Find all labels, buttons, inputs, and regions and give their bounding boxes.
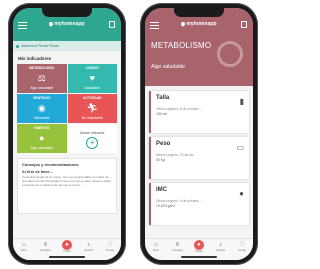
card-last-record: Último registro: 23 de dic... xyxy=(156,153,197,157)
home-indicator xyxy=(49,256,85,258)
home-icon: ⌂ xyxy=(21,242,26,248)
nav-label: Inicio xyxy=(20,249,27,252)
tile-value: Saludable xyxy=(84,86,101,90)
person-icon: ● xyxy=(239,189,244,198)
tile-title: ACTIVIDAD xyxy=(83,96,102,100)
profile-icon[interactable] xyxy=(241,21,247,28)
running-icon: 🏃︎ xyxy=(86,102,98,113)
nav-mi-app[interactable]: ♡ Mi app xyxy=(234,242,251,252)
nav-consejos[interactable]: ≡ Consejos xyxy=(37,242,54,252)
tips-section: Consejos y recomendaciones Al tirar de f… xyxy=(17,158,117,214)
card-title: Peso xyxy=(156,141,171,147)
heart-icon: ♡ xyxy=(239,242,245,248)
card-title: Talla xyxy=(156,95,170,101)
plus-icon: + xyxy=(86,136,99,149)
measurement-list: Talla Último registro: 6 de octubre ... … xyxy=(145,86,253,225)
scale-icon: ▭ xyxy=(236,143,244,152)
card-imc[interactable]: IMC Último registro: 6 de octubre ... 19… xyxy=(149,183,249,225)
apple-icon: ● xyxy=(39,132,45,143)
nav-label: Historia xyxy=(84,249,93,252)
tile-metabolismo[interactable]: METABOLISMO ⚖ Algo saludable xyxy=(17,64,67,93)
app-logo: myhomeapp xyxy=(145,20,253,27)
nav-label: Historia xyxy=(216,249,225,252)
add-indicator-button[interactable]: Añadir Indicador + xyxy=(67,124,117,153)
user-name: Valdemort Pixote Pixote xyxy=(21,44,60,48)
nav-consejos[interactable]: ≡ Consejos xyxy=(169,242,186,252)
indicators-title: Mis indicadores xyxy=(18,56,52,61)
profile-icon[interactable] xyxy=(109,21,115,28)
heart-icon: ♡ xyxy=(107,242,113,248)
card-value: 50 Kg xyxy=(156,158,165,162)
center-action-icon: ● xyxy=(193,240,204,250)
brand-name: myhomeapp xyxy=(186,21,217,27)
card-value: 19,53 Kg/m2 xyxy=(156,204,176,208)
tile-value: Algo saludable xyxy=(30,86,54,90)
nav-historia[interactable]: ♪ Historia xyxy=(80,242,97,252)
nav-label: Consejos xyxy=(171,249,183,252)
card-peso[interactable]: Peso Último registro: 23 de dic... 50 Kg… xyxy=(149,137,249,179)
card-title: IMC xyxy=(156,187,167,193)
tile-value: No Saludable xyxy=(81,116,103,120)
nav-center[interactable]: ● Postar xyxy=(58,240,75,253)
user-bar[interactable]: Valdemort Pixote Pixote xyxy=(13,41,121,51)
tile-cardio[interactable]: CARDIO ♥ Saludable xyxy=(67,64,117,93)
nav-mi-app[interactable]: ♡ Mi app xyxy=(102,242,119,252)
scale-icon: ⚖ xyxy=(37,72,46,83)
user-avatar-icon xyxy=(16,44,19,48)
nav-label: Mi app xyxy=(238,249,247,252)
tile-value: Algo saludable xyxy=(30,146,54,150)
card-talla[interactable]: Talla Último registro: 6 de octubre ... … xyxy=(149,91,249,133)
tip-card-title[interactable]: Al tirar de fame... xyxy=(22,170,112,174)
add-indicator-label: Añadir Indicador xyxy=(79,131,105,135)
tip-card-text: Comunica al salir la un amigo. Si lo es … xyxy=(22,175,112,187)
tile-title: HÁBITOS xyxy=(34,126,50,130)
card-value: 180 cm xyxy=(156,112,168,116)
nav-inicio[interactable]: ⌂ Inicio xyxy=(147,242,164,252)
bell-icon: ♪ xyxy=(87,242,91,248)
tile-value: Saludable xyxy=(33,116,50,120)
tile-title: SENTIDOS xyxy=(33,96,51,100)
ruler-icon: ▮ xyxy=(239,97,244,106)
card-last-record: Último registro: 6 de octubre ... xyxy=(156,107,203,111)
nav-center[interactable]: ● Postar xyxy=(190,240,207,253)
brand-name: myhomeapp xyxy=(54,21,85,27)
phone-notch xyxy=(174,8,224,17)
metabolismo-screen: myhomeapp METABOLISMO Algo saludable Tal… xyxy=(145,8,253,260)
home-icon: ⌂ xyxy=(153,242,158,248)
list-icon: ≡ xyxy=(175,242,180,248)
nav-inicio[interactable]: ⌂ Inicio xyxy=(15,242,32,252)
dashboard-screen: myhomeapp Valdemort Pixote Pixote Mis in… xyxy=(13,8,121,260)
tile-title: METABOLISMO xyxy=(29,66,55,70)
tile-actividad[interactable]: ACTIVIDAD 🏃︎ No Saludable xyxy=(67,94,117,123)
nav-label: Inicio xyxy=(152,249,159,252)
home-indicator xyxy=(181,256,217,258)
metabolismo-header: myhomeapp METABOLISMO Algo saludable xyxy=(145,8,253,86)
list-icon: ≡ xyxy=(43,242,48,248)
app-logo: myhomeapp xyxy=(13,20,121,27)
nav-label: Postar xyxy=(195,250,203,253)
nav-label: Consejos xyxy=(39,249,51,252)
ear-icon: ◉ xyxy=(37,102,46,113)
nav-historia[interactable]: ♪ Historia xyxy=(212,242,229,252)
phone-dashboard: myhomeapp Valdemort Pixote Pixote Mis in… xyxy=(8,3,126,265)
card-last-record: Último registro: 6 de octubre ... xyxy=(156,199,203,203)
scale-icon xyxy=(217,41,243,67)
tile-sentidos[interactable]: SENTIDOS ◉ Saludable xyxy=(17,94,67,123)
heart-icon: ♥ xyxy=(89,72,95,83)
tips-title: Consejos y recomendaciones xyxy=(22,162,79,167)
nav-label: Postar xyxy=(63,250,71,253)
nav-label: Mi app xyxy=(106,249,115,252)
bell-icon: ♪ xyxy=(219,242,223,248)
indicator-tiles: METABOLISMO ⚖ Algo saludable CARDIO ♥ Sa… xyxy=(17,64,117,153)
center-action-icon: ● xyxy=(61,240,72,250)
phone-metabolismo: myhomeapp METABOLISMO Algo saludable Tal… xyxy=(140,3,258,265)
tile-habitos[interactable]: HÁBITOS ● Algo saludable xyxy=(17,124,67,153)
tile-title: CARDIO xyxy=(85,66,99,70)
phone-notch xyxy=(42,8,92,17)
